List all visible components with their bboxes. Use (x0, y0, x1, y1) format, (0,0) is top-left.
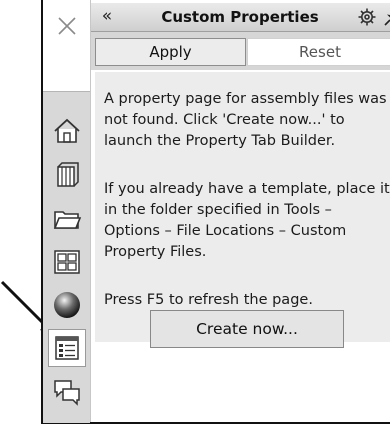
tab-view-palette[interactable] (48, 243, 86, 281)
task-pane-frame: « Custom Properties Apply Reset A proper… (41, 0, 390, 424)
panel-title-bar: « Custom Properties (91, 3, 390, 32)
gear-icon (358, 8, 376, 26)
message-area: A property page for assembly files was n… (95, 72, 390, 342)
tab-custom-properties[interactable] (48, 329, 86, 367)
settings-button[interactable] (357, 7, 377, 27)
custom-properties-icon (55, 336, 79, 360)
task-pane-tab-rail (43, 0, 91, 423)
tab-solidworks-resources[interactable] (48, 112, 86, 150)
collapse-panel-button[interactable]: « (97, 5, 117, 27)
not-found-message: A property page for assembly files was n… (104, 91, 387, 149)
refresh-hint-message: Press F5 to refresh the page. (104, 292, 313, 308)
pushpin-icon (384, 14, 390, 26)
create-now-button[interactable]: Create now... (150, 310, 344, 348)
tab-solidworks-forum[interactable] (48, 373, 86, 411)
close-task-pane-button[interactable] (55, 14, 79, 38)
template-location-message: If you already have a template, place it… (104, 181, 390, 260)
custom-properties-panel: « Custom Properties Apply Reset A proper… (91, 0, 390, 422)
action-button-bar: Apply Reset (91, 32, 390, 70)
apply-button[interactable]: Apply (95, 38, 246, 66)
home-icon (54, 118, 80, 143)
tab-design-library[interactable] (48, 156, 86, 194)
tab-appearances-scenes[interactable] (48, 286, 86, 324)
panel-title: Custom Properties (161, 8, 319, 26)
reset-button[interactable]: Reset (247, 38, 390, 66)
forum-chat-icon (54, 380, 80, 406)
appearances-sphere-icon (54, 292, 80, 318)
view-palette-icon (54, 250, 80, 274)
tab-file-explorer[interactable] (48, 200, 86, 238)
close-icon (58, 17, 76, 35)
file-explorer-folder-icon (53, 211, 82, 229)
design-library-icon (57, 162, 79, 187)
pin-button[interactable] (383, 7, 390, 27)
